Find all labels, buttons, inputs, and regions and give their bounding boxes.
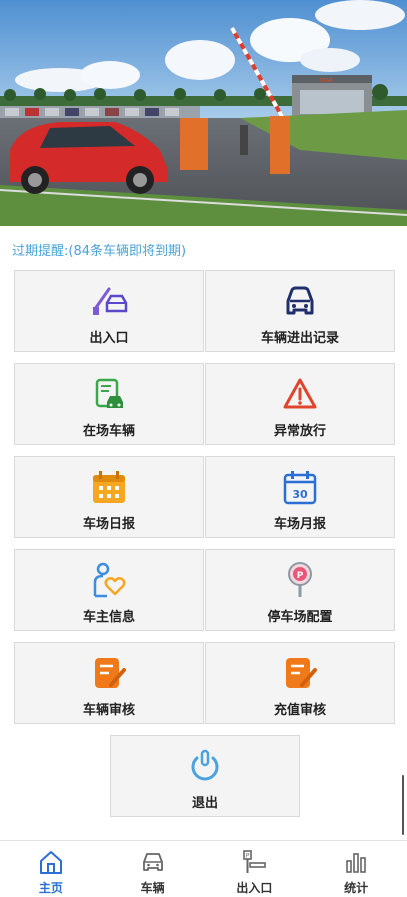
menu-logout-button[interactable]: 退出 [110,735,300,817]
parked-car-list-icon [89,374,129,414]
bottom-tab-bar: 主页 车辆 P 出入口 统计 [0,840,407,897]
menu-label: 出入口 [89,331,129,346]
monthly-calendar-icon: 30 [280,467,320,507]
tab-statistics[interactable]: 统计 [305,841,407,897]
tab-label: 统计 [344,881,369,895]
menu-label: 车主信息 [82,610,135,625]
warning-icon [280,374,320,414]
menu-label: 停车场配置 [267,610,333,625]
calendar-day-number: 30 [292,488,308,501]
menu-label: 充值审核 [273,703,326,718]
menu-monthly-report-button[interactable]: 30 车场月报 [205,456,395,538]
barrier-gate-icon [89,281,129,321]
bar-chart-icon [343,849,369,875]
menu-vehicle-review-button[interactable]: 车辆审核 [14,642,204,724]
menu-daily-report-button[interactable]: 车场日报 [14,456,204,538]
menu-parked-vehicles-button[interactable]: 在场车辆 [14,363,204,445]
menu-parking-config-button[interactable]: P 停车场配置 [205,549,395,631]
building-sign: STAR [320,78,333,84]
home-icon [38,849,64,875]
owner-info-icon [89,560,129,600]
menu-label: 在场车辆 [82,424,135,439]
menu-abnormal-release-button[interactable]: 异常放行 [205,363,395,445]
parking-lot-illustration: STAR [0,0,407,226]
tab-gates[interactable]: P 出入口 [204,841,306,897]
menu-vehicle-records-button[interactable]: 车辆进出记录 [205,270,395,352]
tab-label: 车辆 [140,881,165,895]
tab-label: 主页 [38,881,63,895]
gate-outline-icon: P [241,849,267,875]
menu-label: 车场日报 [82,517,135,532]
svg-text:P: P [297,571,304,581]
svg-text:P: P [246,853,250,860]
tab-vehicles[interactable]: 车辆 [102,841,204,897]
banner-image: STAR [0,0,407,226]
daily-calendar-icon [89,467,129,507]
expiry-notice[interactable]: 过期提醒:(84条车辆即将到期) [12,240,186,259]
menu-label: 车辆进出记录 [260,331,339,346]
vehicle-review-icon [89,653,129,693]
tab-label: 出入口 [236,881,273,895]
tab-home[interactable]: 主页 [0,841,102,897]
menu-label: 异常放行 [273,424,326,439]
menu-label: 车辆审核 [82,703,135,718]
parking-sign-icon: P [280,560,320,600]
scrollbar[interactable] [402,775,404,835]
power-icon [185,746,225,786]
recharge-review-icon [280,653,320,693]
menu-owner-info-button[interactable]: 车主信息 [14,549,204,631]
menu-label: 退出 [191,796,218,811]
car-icon [280,281,320,321]
menu-recharge-review-button[interactable]: 充值审核 [205,642,395,724]
car-outline-icon [140,849,166,875]
menu-label: 车场月报 [273,517,326,532]
menu-gate-button[interactable]: 出入口 [14,270,204,352]
